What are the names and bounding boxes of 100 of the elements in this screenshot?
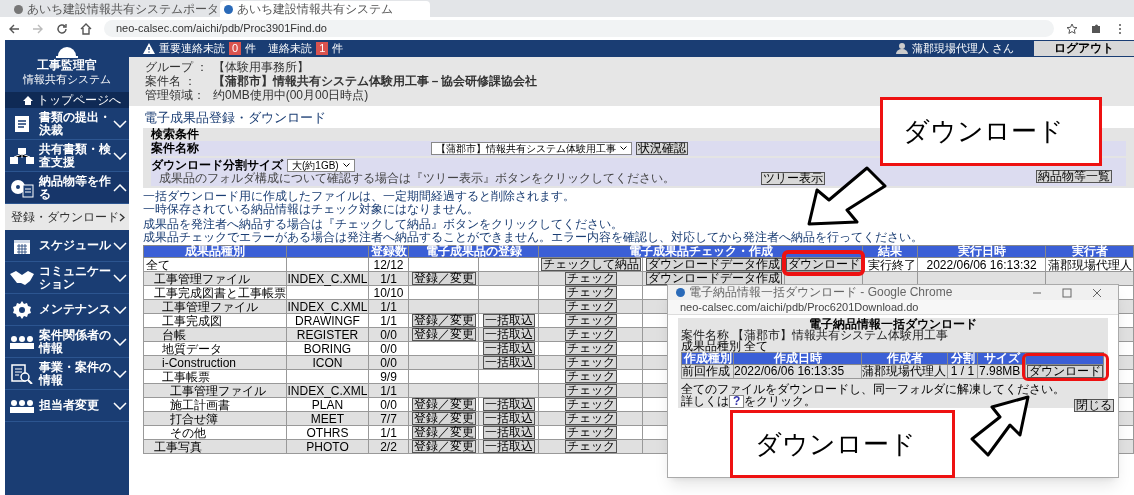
check-button[interactable]: チェック xyxy=(564,356,617,369)
count-cell: 12/12 xyxy=(368,257,409,272)
tree-view-button[interactable]: ツリー表示 xyxy=(761,172,825,185)
category-cell: i-Construction xyxy=(143,355,287,370)
network-icon xyxy=(9,146,35,165)
check-button[interactable]: チェック xyxy=(564,328,617,341)
count-cell: 0/0 xyxy=(368,341,409,356)
bulk-import-button[interactable]: 一括取込 xyxy=(482,398,535,411)
create-data-button[interactable]: ダウンロードデータ作成 xyxy=(645,258,782,271)
close-button[interactable]: 閉じる xyxy=(1074,399,1114,412)
sidebar-menu-item[interactable]: コミュニケーション xyxy=(5,262,129,294)
register-button[interactable]: 登録／変更 xyxy=(411,426,476,439)
check-button[interactable]: チェック xyxy=(564,440,617,453)
tree-note: 成果品のフォルダ構成について確認する場合は『ツリー表示』ボタンをクリックしてください。 xyxy=(158,172,675,185)
gear-icon xyxy=(12,299,32,320)
check-button[interactable]: チェック xyxy=(564,286,617,299)
chevron-down-icon xyxy=(113,369,127,378)
count-badge: 0 xyxy=(229,42,242,55)
category-cell: 工事管理ファイル xyxy=(143,299,287,314)
check-button[interactable]: チェック xyxy=(564,412,617,425)
check-button[interactable]: チェック xyxy=(564,384,617,397)
user-icon xyxy=(895,43,908,54)
bulk-import-button[interactable]: 一括取込 xyxy=(482,426,535,439)
page-title: 電子成果品登録・ダウンロード xyxy=(143,110,326,126)
category-cell: 台帳 xyxy=(143,327,287,342)
bulk-import-button[interactable]: 一括取込 xyxy=(482,440,535,453)
handshake-icon xyxy=(9,269,35,286)
notice-text: 成果品チェックでエラーがある場合は発注者へ納品することができません。エラー内容を確認し、対応してから発注者へ納品を行ってください。 xyxy=(143,231,923,244)
category-cell: 地質データ xyxy=(143,341,287,356)
help-text: 詳しくは xyxy=(681,396,729,407)
register-button[interactable]: 登録／変更 xyxy=(411,412,476,425)
executor-cell: 蒲郡現場代理人 xyxy=(1045,257,1134,272)
sidebar-menu-item[interactable]: 書類の提出・決裁 xyxy=(5,108,129,140)
notice-text: 一時保存されている納品情報はチェック対象にはなりません。 xyxy=(143,203,479,216)
bulk-import-button[interactable]: 一括取込 xyxy=(482,356,535,369)
help-button[interactable]: ? xyxy=(729,395,745,408)
check-button[interactable]: チェックして納品 xyxy=(540,258,641,271)
register-button[interactable]: 登録／変更 xyxy=(411,440,476,453)
sidebar-menu-item[interactable]: 担当者変更 xyxy=(5,390,129,422)
home-icon[interactable] xyxy=(80,22,92,35)
code-cell: INDEX_C.XML xyxy=(286,271,369,286)
count-cell: 0/0 xyxy=(368,397,409,412)
info-value: 【体験用事務所】 xyxy=(213,60,309,74)
status-check-button[interactable]: 状況確認 xyxy=(636,142,688,155)
browser-tab[interactable]: あいち建設情報共有システム xyxy=(220,1,430,17)
maximize-icon[interactable] xyxy=(1062,287,1072,298)
deliverables-list-button[interactable]: 納品物等一覧 xyxy=(1036,170,1112,183)
check-button[interactable]: チェック xyxy=(564,314,617,327)
sidebar-menu-item[interactable]: スケジュール xyxy=(5,230,129,262)
search-title: 検索条件 xyxy=(151,128,199,141)
code-cell: REGISTER xyxy=(286,327,369,342)
info-label: グループ ： xyxy=(145,60,210,74)
column-header: 結果 xyxy=(862,245,918,258)
count-cell: 7/7 xyxy=(368,411,409,426)
callout-label: ダウンロード xyxy=(730,410,955,478)
check-button[interactable]: チェック xyxy=(564,272,617,285)
register-button[interactable]: 登録／変更 xyxy=(411,314,476,327)
category-cell: 工事完成図 xyxy=(143,313,287,328)
info-label: 案件名 ： xyxy=(145,74,198,88)
download-button[interactable]: ダウンロード xyxy=(1026,365,1103,378)
help-text: をクリック。 xyxy=(744,396,817,407)
caret-icon xyxy=(342,163,350,168)
register-button[interactable]: 登録／変更 xyxy=(411,272,476,285)
arrow-icon xyxy=(970,395,1032,457)
register-button[interactable]: 登録／変更 xyxy=(411,398,476,411)
register-button[interactable]: 登録／変更 xyxy=(411,328,476,341)
project-select[interactable]: 【蒲郡市】情報共有システム体験用工事 xyxy=(431,142,632,155)
deliverable-kind: 成果品種別 全て xyxy=(681,341,769,352)
url-field[interactable]: neo-calsec.com/aichi/pdb/Proc3901Find.do xyxy=(104,20,1054,37)
column-header: 分割 xyxy=(947,352,978,365)
code-cell: DRAWINGF xyxy=(286,313,369,328)
back-icon[interactable] xyxy=(8,22,20,35)
sidebar-menu-item[interactable]: 納品物等を作る xyxy=(5,172,129,204)
check-button[interactable]: チェック xyxy=(564,342,617,355)
sidebar-sub-item[interactable]: 登録・ダウンロード xyxy=(5,204,129,230)
chevron-down-icon xyxy=(113,241,127,250)
check-button[interactable]: チェック xyxy=(564,398,617,411)
check-button[interactable]: チェック xyxy=(564,426,617,439)
size-select[interactable]: 大(約1GB) xyxy=(287,159,355,172)
sidebar-menu-item[interactable]: 案件関係者の情報 xyxy=(5,326,129,358)
download-button[interactable]: ダウンロード xyxy=(785,258,862,271)
check-button[interactable]: チェック xyxy=(564,300,617,313)
bulk-import-button[interactable]: 一括取込 xyxy=(482,342,535,355)
logout-button[interactable]: ログアウト xyxy=(1034,41,1134,56)
category-cell: 打合せ簿 xyxy=(143,411,287,426)
sidebar-menu-item[interactable]: メンテナンス xyxy=(5,294,129,326)
reload-icon[interactable] xyxy=(56,22,68,35)
star-icon[interactable] xyxy=(1066,22,1078,35)
sidebar-menu-item[interactable]: 事業・案件の情報 xyxy=(5,358,129,390)
close-icon[interactable] xyxy=(1092,287,1102,298)
check-button[interactable]: チェック xyxy=(564,370,617,383)
disc-document-icon xyxy=(10,177,34,198)
bulk-import-button[interactable]: 一括取込 xyxy=(482,314,535,327)
top-page-link[interactable]: トップページへ xyxy=(5,92,129,108)
category-cell: その他 xyxy=(143,425,287,440)
column-header: 作成者 xyxy=(861,352,948,365)
caret-icon xyxy=(620,146,627,151)
bulk-import-button[interactable]: 一括取込 xyxy=(482,412,535,425)
bulk-import-button[interactable]: 一括取込 xyxy=(482,328,535,341)
puzzle-icon[interactable] xyxy=(1090,22,1102,35)
